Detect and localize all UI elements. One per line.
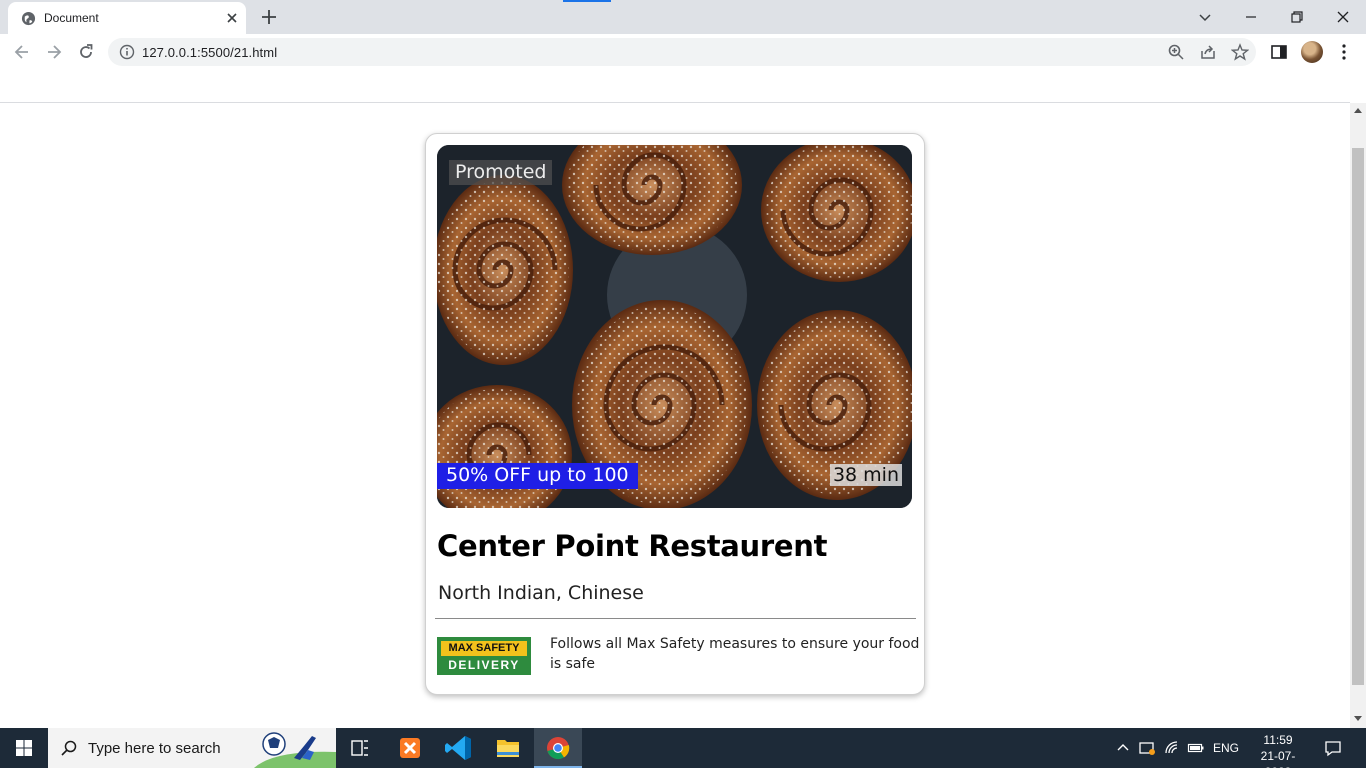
promoted-badge: Promoted xyxy=(449,160,553,185)
scroll-up-arrow-icon[interactable] xyxy=(1354,108,1362,113)
food-image: Promoted 50% OFF up to 100 38 min xyxy=(437,145,912,508)
tab-strip: Document xyxy=(0,0,1366,34)
task-view-icon[interactable] xyxy=(336,728,384,768)
max-safety-logo: MAX SAFETY DELIVERY xyxy=(437,637,531,675)
xampp-icon[interactable] xyxy=(386,728,434,768)
info-icon[interactable] xyxy=(119,44,135,60)
tab-indicator xyxy=(563,0,611,2)
browser-toolbar: 127.0.0.1:5500/21.html xyxy=(0,34,1366,70)
offer-badge: 50% OFF up to 100 xyxy=(437,463,638,489)
scroll-down-arrow-icon[interactable] xyxy=(1354,716,1362,721)
taskbar-search[interactable]: Type here to search xyxy=(48,728,336,768)
star-icon[interactable] xyxy=(1231,43,1249,61)
chevron-up-icon[interactable] xyxy=(1114,739,1132,757)
restore-icon[interactable] xyxy=(1286,6,1308,28)
forward-icon[interactable] xyxy=(44,42,64,62)
chrome-icon xyxy=(547,737,570,760)
language-indicator[interactable]: ENG xyxy=(1213,741,1239,755)
chrome-taskbar-button[interactable] xyxy=(534,728,582,768)
windows-taskbar: Type here to search ENG 11:59 21-07- xyxy=(0,728,1366,768)
clock-time: 11:59 xyxy=(1263,733,1293,747)
safety-description: Follows all Max Safety measures to ensur… xyxy=(550,636,920,672)
clock[interactable]: 11:59 21-07-2023 xyxy=(1249,732,1307,768)
search-icon xyxy=(61,740,77,756)
side-panel-icon[interactable] xyxy=(1269,42,1289,62)
minimize-icon[interactable] xyxy=(1240,6,1262,28)
wifi-icon[interactable] xyxy=(1163,739,1181,757)
battery-icon[interactable] xyxy=(1187,739,1205,757)
card-divider xyxy=(435,618,916,619)
scroll-thumb[interactable] xyxy=(1352,148,1364,685)
browser-tab[interactable]: Document xyxy=(8,2,246,34)
restaurant-name[interactable]: Center Point Restaurent xyxy=(437,529,827,563)
close-window-icon[interactable] xyxy=(1332,6,1354,28)
windows-start-icon[interactable] xyxy=(0,728,48,768)
close-icon[interactable] xyxy=(224,10,240,26)
reload-icon[interactable] xyxy=(76,42,96,62)
vscode-icon[interactable] xyxy=(435,728,483,768)
avatar[interactable] xyxy=(1301,41,1323,63)
zoom-icon[interactable] xyxy=(1167,43,1185,61)
meet-now-icon[interactable] xyxy=(1138,739,1156,757)
tab-title: Document xyxy=(44,11,99,25)
chevron-down-icon[interactable] xyxy=(1194,6,1216,28)
page-scrollbar[interactable] xyxy=(1350,103,1366,728)
address-bar[interactable]: 127.0.0.1:5500/21.html xyxy=(108,38,1256,66)
delivery-time-badge: 38 min xyxy=(829,464,902,486)
share-icon[interactable] xyxy=(1199,43,1217,61)
toolbar-divider xyxy=(0,102,1350,103)
search-placeholder: Type here to search xyxy=(88,740,221,757)
globe-icon xyxy=(21,11,36,26)
clock-date: 21-07-2023 xyxy=(1260,749,1296,768)
url-text[interactable]: 127.0.0.1:5500/21.html xyxy=(142,45,277,60)
search-highlight-icon xyxy=(254,732,336,768)
notification-icon[interactable] xyxy=(1324,739,1342,757)
safety-logo-bottom: DELIVERY xyxy=(448,658,520,672)
safety-logo-top: MAX SAFETY xyxy=(441,641,527,656)
cuisine-text: North Indian, Chinese xyxy=(438,582,644,604)
back-icon[interactable] xyxy=(12,42,32,62)
plus-icon[interactable] xyxy=(260,8,278,26)
restaurant-card[interactable]: Promoted 50% OFF up to 100 38 min Center… xyxy=(425,133,925,695)
file-explorer-icon[interactable] xyxy=(484,728,532,768)
kebab-menu-icon[interactable] xyxy=(1334,42,1354,62)
